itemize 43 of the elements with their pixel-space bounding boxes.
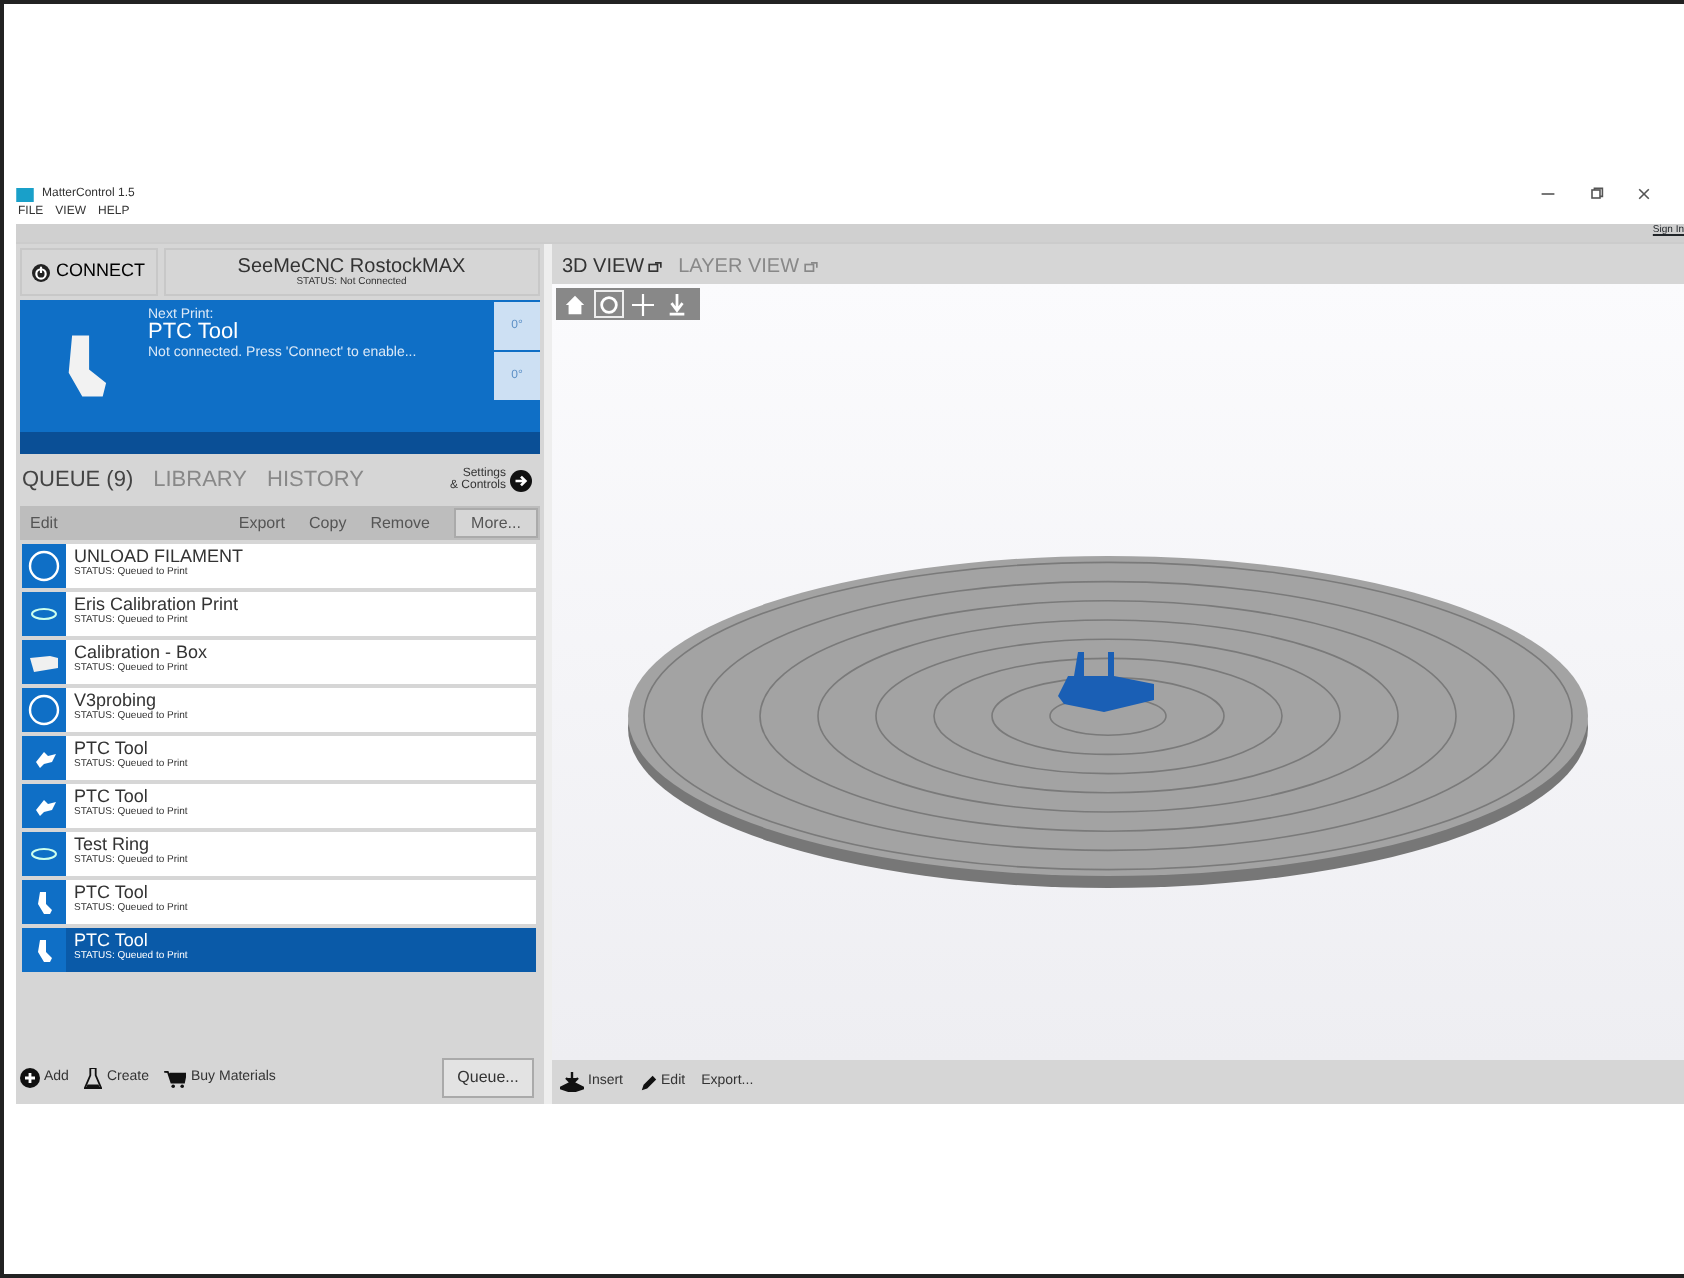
item-name: PTC Tool: [74, 740, 150, 758]
next-print-name: PTC Tool: [148, 322, 241, 345]
connect-button[interactable]: CONNECT: [20, 248, 157, 296]
item-name: PTC Tool: [74, 884, 150, 902]
item-name: Calibration - Box: [74, 644, 208, 662]
app-logo-icon: [16, 187, 34, 201]
restore-icon: [1588, 186, 1604, 202]
plus-circle-icon: [20, 1068, 40, 1088]
gcode-circle-icon: [28, 550, 60, 582]
item-name: UNLOAD FILAMENT: [74, 548, 244, 566]
edit-button[interactable]: Edit: [30, 511, 58, 535]
move-icon: [632, 293, 654, 315]
item-name: PTC Tool: [74, 932, 150, 950]
pencil-icon: [639, 1073, 658, 1091]
item-name: Eris Calibration Print: [74, 596, 239, 614]
view-tab[interactable]: 3D VIEW: [562, 252, 663, 282]
rotate-icon: [598, 293, 620, 315]
popout-icon: [803, 262, 818, 272]
close-icon: [1636, 186, 1652, 202]
more-button[interactable]: More...: [454, 508, 538, 538]
zoom-icon: [666, 293, 688, 315]
home-icon-button[interactable]: [560, 290, 590, 318]
move-icon-button[interactable]: [628, 290, 658, 318]
queue-menu-button[interactable]: Queue...: [442, 1058, 534, 1098]
cart-icon: [164, 1069, 187, 1087]
tab[interactable]: QUEUE (9): [20, 463, 144, 497]
insert-icon: [560, 1072, 584, 1092]
item-name: PTC Tool: [74, 788, 150, 806]
home-icon: [564, 293, 586, 315]
flask-icon: [84, 1067, 103, 1089]
popout-icon: [648, 262, 663, 272]
power-icon: [32, 263, 50, 281]
toolbar-button[interactable]: Export: [238, 511, 286, 535]
printer-name: SeeMeCNC RostockMAX: [235, 258, 468, 278]
item-name: V3probing: [74, 692, 159, 710]
toolbar-button[interactable]: Remove: [370, 511, 430, 535]
close-button[interactable]: [1636, 186, 1652, 202]
arrow-right-icon: [510, 469, 532, 491]
gcode-circle-icon: [28, 694, 60, 726]
rotate-icon-button[interactable]: [594, 290, 624, 318]
toolbar-button[interactable]: Copy: [309, 511, 347, 535]
item-name: Test Ring: [74, 836, 152, 854]
maximize-button[interactable]: [1588, 186, 1604, 202]
